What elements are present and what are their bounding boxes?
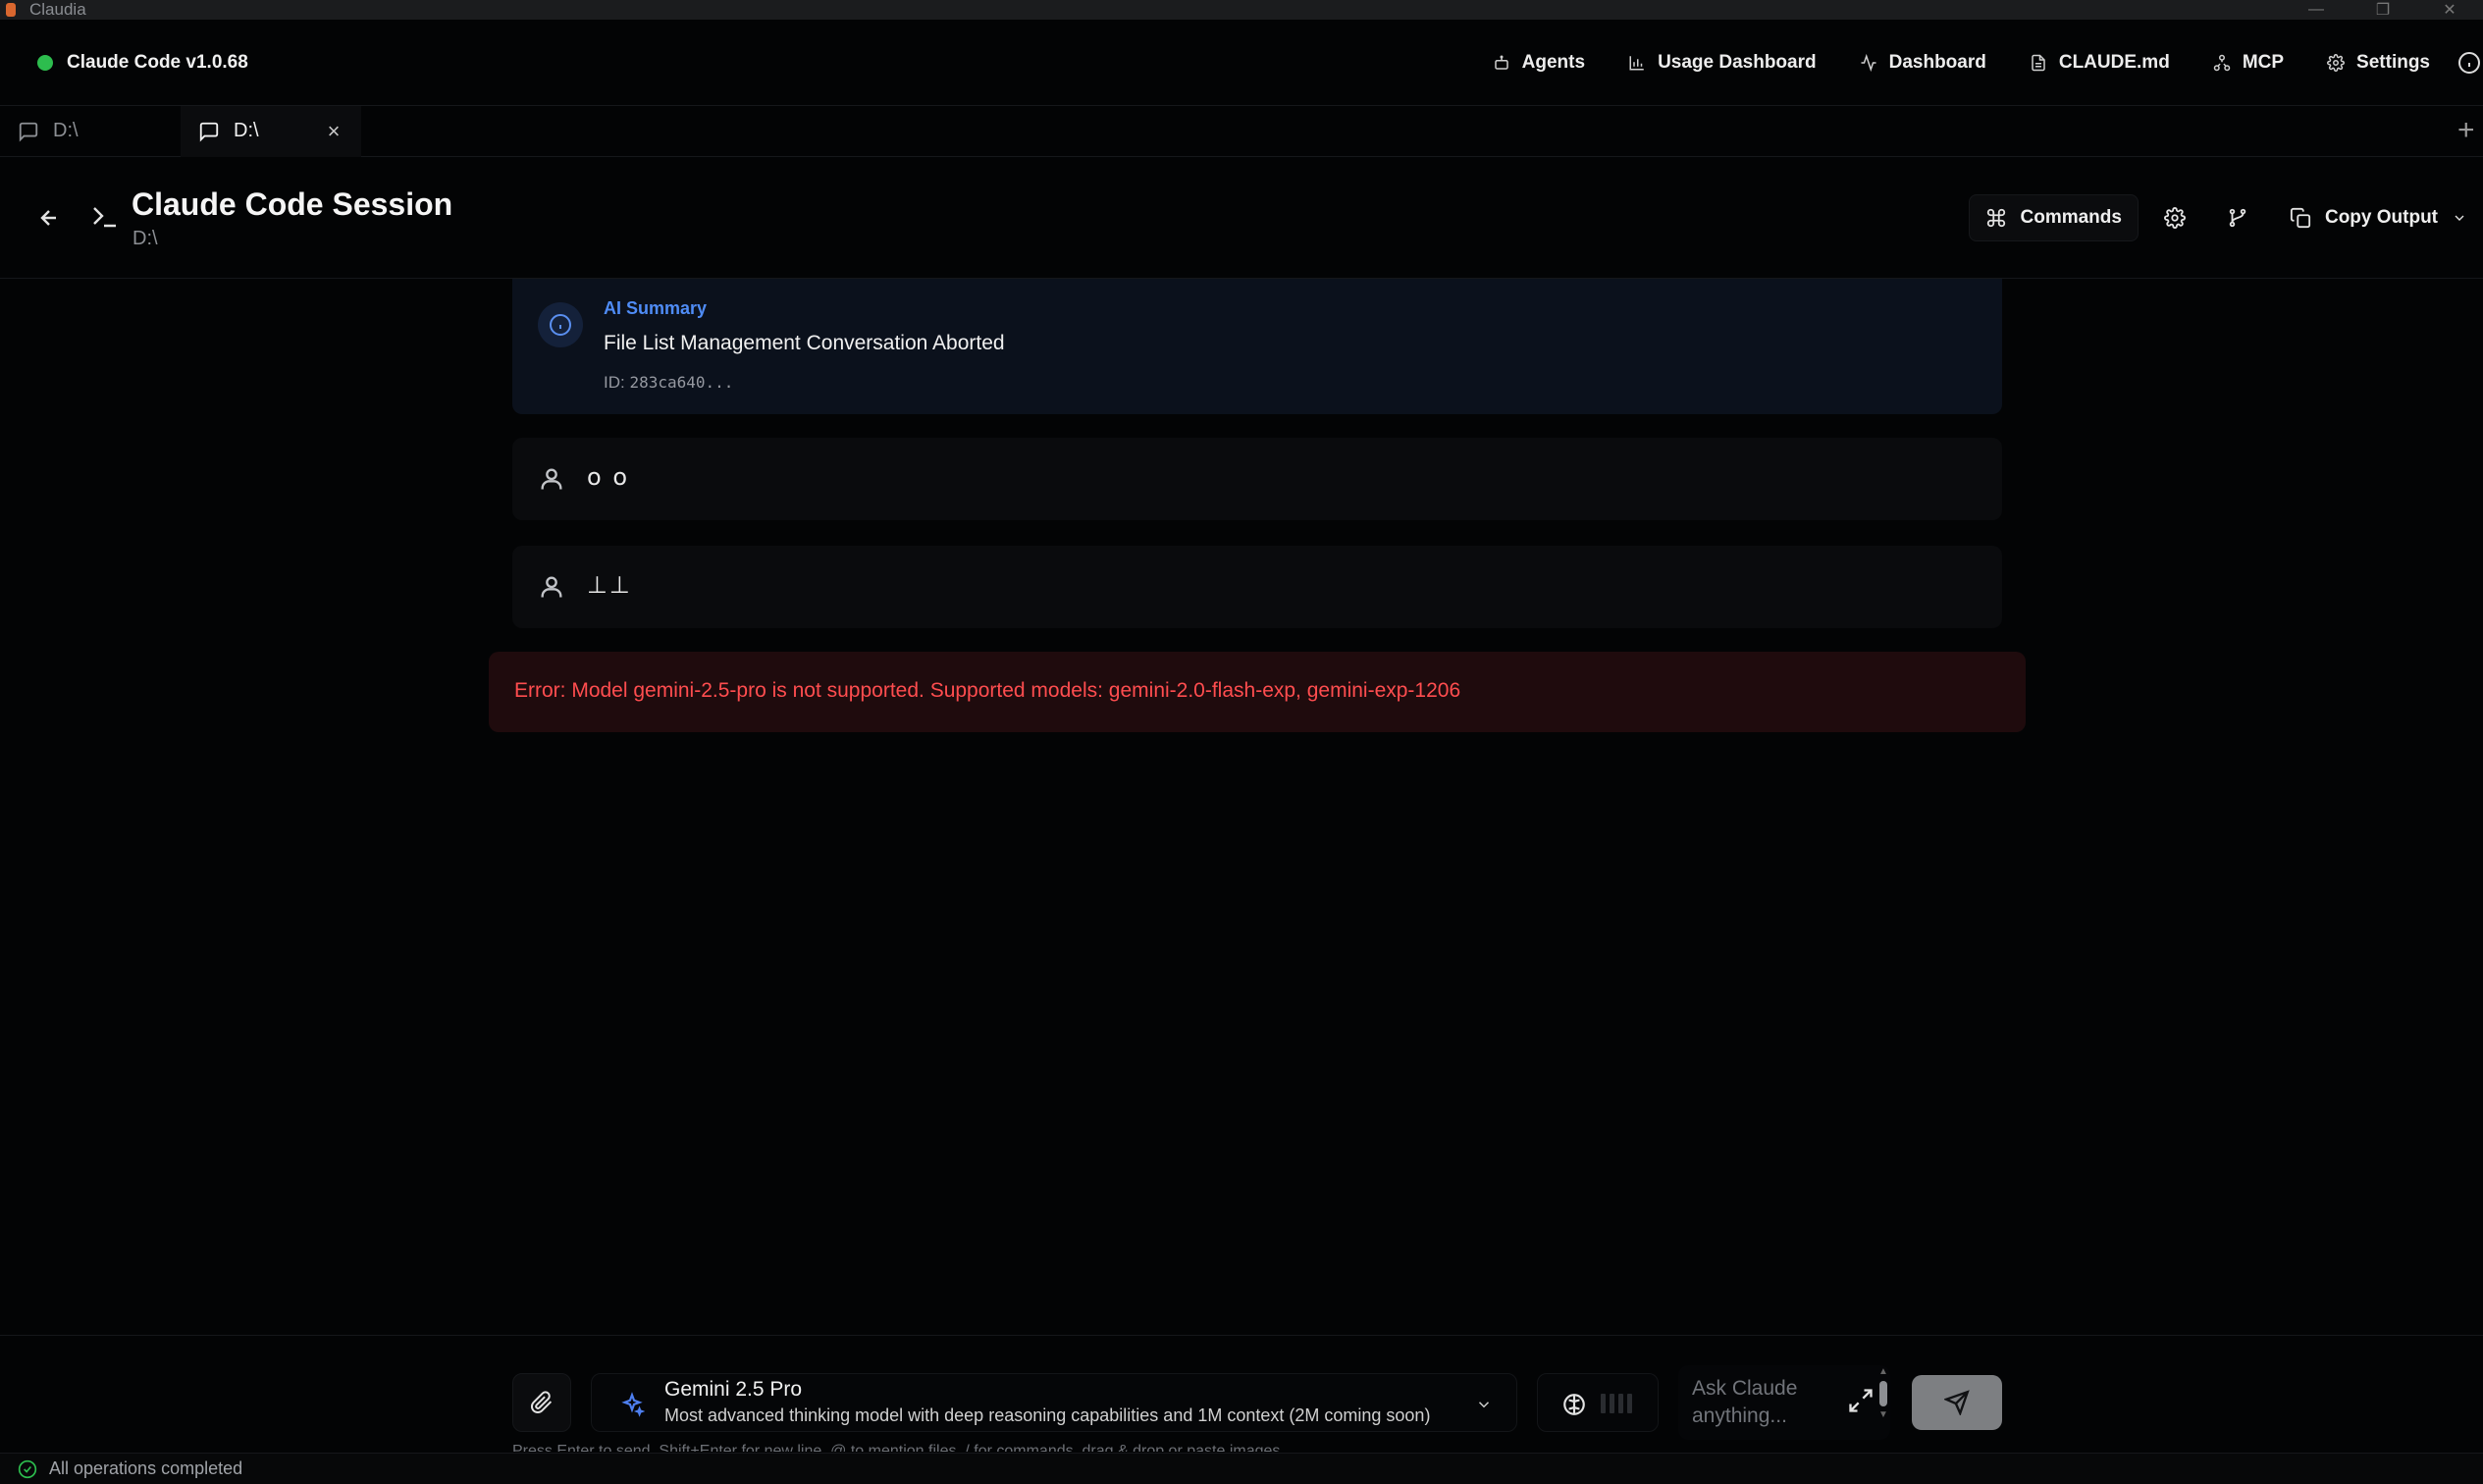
brand: Claude Code v1.0.68 — [37, 52, 248, 74]
nav-items: Agents Usage Dashboard Dashboard CLAUDE.… — [1463, 20, 2483, 106]
user-message-text: o o — [587, 463, 629, 491]
branch-button[interactable] — [2211, 194, 2264, 241]
nav-dashboard-button[interactable]: Dashboard — [1846, 43, 2000, 82]
chat-icon — [199, 122, 219, 141]
brand-label: Claude Code v1.0.68 — [67, 51, 248, 73]
back-button[interactable] — [29, 198, 69, 238]
git-branch-icon — [2229, 208, 2246, 228]
bot-icon — [1494, 55, 1508, 70]
command-icon — [1986, 208, 2005, 228]
sparkles-icon — [619, 1392, 646, 1417]
minimize-button[interactable]: — — [2283, 0, 2350, 20]
file-text-icon — [2032, 54, 2045, 72]
session-actions: Commands Copy Output — [1959, 194, 2483, 241]
paperclip-icon — [531, 1391, 553, 1413]
status-bar: All operations completed — [0, 1453, 2483, 1484]
copy-output-label: Copy Output — [2324, 207, 2438, 228]
tab-session-1[interactable]: D:\ — [0, 106, 181, 157]
status-dot-icon — [37, 54, 53, 71]
thinking-mode-button[interactable] — [1537, 1373, 1659, 1432]
prompt-input-container: ▲ ▼ — [1678, 1365, 1890, 1440]
send-icon — [1944, 1390, 1970, 1415]
session-id: ID: 283ca640... — [604, 373, 733, 393]
close-window-button[interactable]: ✕ — [2416, 0, 2483, 20]
status-text: All operations completed — [49, 1458, 243, 1478]
gear-icon — [2327, 54, 2345, 72]
bar-chart-icon — [1629, 56, 1644, 71]
model-name: Gemini 2.5 Pro — [664, 1378, 803, 1401]
prompt-textarea[interactable] — [1692, 1375, 1839, 1430]
user-icon — [538, 465, 565, 493]
add-tab-button[interactable]: + — [2457, 116, 2483, 145]
error-message: Error: Model gemini-2.5-pro is not suppo… — [489, 652, 2026, 732]
terminal-icon — [88, 200, 120, 232]
ai-summary-label: AI Summary — [604, 298, 708, 318]
send-button[interactable] — [1912, 1375, 2002, 1430]
textarea-scrollbar[interactable]: ▲ ▼ — [1876, 1367, 1890, 1438]
info-button[interactable] — [2450, 43, 2483, 82]
brain-icon — [1561, 1392, 1587, 1417]
tab-label: D:\ — [234, 120, 259, 141]
user-message: ⊥⊥ — [512, 546, 2002, 628]
check-circle-icon — [18, 1459, 37, 1479]
arrow-left-icon — [40, 210, 56, 226]
nav-mcp-label: MCP — [2242, 52, 2285, 73]
chat-icon — [19, 122, 38, 141]
error-text: Error: Model gemini-2.5-pro is not suppo… — [514, 679, 1461, 702]
thinking-level-indicator — [1601, 1394, 1636, 1413]
expand-button[interactable] — [1847, 1387, 1875, 1414]
user-message-text: ⊥⊥ — [587, 571, 632, 599]
copy-icon — [2290, 207, 2311, 229]
window-titlebar: Claudia — ❐ ✕ — [0, 0, 2483, 20]
nav-settings-button[interactable]: Settings — [2313, 43, 2444, 82]
app-icon — [6, 3, 16, 17]
page-title: Claude Code Session — [132, 186, 453, 222]
nav-agents-label: Agents — [1521, 52, 1586, 73]
nav-usage-dashboard-label: Usage Dashboard — [1658, 52, 1817, 73]
session-settings-button[interactable] — [2148, 194, 2201, 241]
session-id-value: 283ca640... — [629, 373, 734, 392]
user-icon — [538, 573, 565, 601]
user-message: o o — [512, 438, 2002, 520]
attach-button[interactable] — [512, 1373, 571, 1432]
ai-summary-title: File List Management Conversation Aborte… — [604, 332, 1005, 354]
commands-label: Commands — [2020, 207, 2122, 228]
chevron-down-icon — [2455, 215, 2464, 221]
prompt-input-bar: Gemini 2.5 Pro Most advanced thinking mo… — [0, 1335, 2483, 1453]
network-icon — [2213, 54, 2231, 72]
input-hint: Press Enter to send, Shift+Enter for new… — [512, 1443, 1281, 1452]
session-header: Claude Code Session D:\ Commands Copy Ou… — [0, 157, 2483, 279]
session-id-prefix: ID: — [604, 373, 630, 392]
top-navigation: Claude Code v1.0.68 Agents Usage Dashboa… — [0, 20, 2483, 106]
copy-output-button[interactable]: Copy Output — [2274, 194, 2483, 241]
gear-icon — [2163, 207, 2186, 229]
chevron-down-icon — [1475, 1396, 1493, 1413]
commands-button[interactable]: Commands — [1968, 194, 2139, 241]
nav-claude-md-button[interactable]: CLAUDE.md — [2016, 43, 2184, 82]
nav-mcp-button[interactable]: MCP — [2199, 43, 2298, 82]
nav-dashboard-label: Dashboard — [1888, 52, 1986, 73]
maximize-button[interactable]: ❐ — [2350, 0, 2416, 20]
nav-settings-label: Settings — [2356, 52, 2430, 73]
tab-session-2[interactable]: D:\ × — [181, 105, 361, 157]
maximize-icon — [1849, 1389, 1873, 1412]
model-selector[interactable]: Gemini 2.5 Pro Most advanced thinking mo… — [591, 1373, 1517, 1432]
info-icon — [2458, 52, 2480, 74]
nav-claude-md-label: CLAUDE.md — [2058, 52, 2170, 73]
tab-label: D:\ — [53, 120, 79, 141]
window-controls: — ❐ ✕ — [2283, 0, 2483, 20]
activity-icon — [1861, 54, 1876, 72]
info-icon — [538, 302, 583, 347]
tab-bar: D:\ D:\ × + — [0, 105, 2483, 157]
nav-usage-dashboard-button[interactable]: Usage Dashboard — [1614, 43, 1830, 82]
window-title: Claudia — [29, 0, 86, 19]
nav-agents-button[interactable]: Agents — [1479, 43, 1599, 82]
ai-summary-card: AI Summary File List Management Conversa… — [512, 279, 2002, 414]
tab-close-icon[interactable]: × — [322, 119, 345, 143]
session-path: D:\ — [132, 228, 158, 249]
model-description: Most advanced thinking model with deep r… — [664, 1405, 1431, 1425]
